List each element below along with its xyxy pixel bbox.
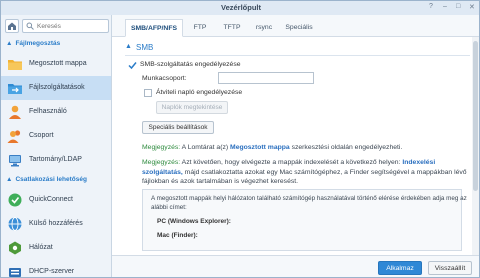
advanced-settings-button[interactable]: Speciális beállítások — [142, 121, 214, 134]
dhcp-icon — [9, 268, 21, 277]
shared-folder-link[interactable]: Megosztott mappa — [230, 144, 290, 151]
control-panel-window: Vezérlőpult ? – □ ✕ ▲Fájlmegosztás — [0, 0, 480, 278]
apply-button[interactable]: Alkalmaz — [378, 261, 422, 275]
sidebar: ▲Fájlmegosztás Megosztott mappa Fájlszol… — [1, 15, 112, 277]
section-collapse-icon[interactable]: ▲ — [125, 43, 132, 50]
sidebar-item-label: QuickConnect — [29, 196, 73, 203]
sidebar-item-label: Megosztott mappa — [29, 60, 87, 67]
note-text: szerkesztési oldalán engedélyezheti. — [289, 144, 403, 151]
section-label: Csatlakozási lehetőség — [15, 176, 87, 183]
sidebar-item-network[interactable]: Hálózat — [1, 236, 111, 260]
footer-bar: Alkalmaz Visszaállít — [112, 255, 479, 277]
search-box[interactable] — [22, 19, 109, 33]
external-access-icon — [8, 217, 22, 231]
main-content: ▲ SMB SMB-szolgáltatás engedélyezése Mun… — [112, 37, 472, 255]
scrollbar-thumb[interactable] — [473, 41, 478, 191]
sidebar-item-label: DHCP-szerver — [29, 268, 75, 275]
smb-section-title: SMB — [136, 43, 154, 52]
tab-tftp[interactable]: TFTP — [218, 19, 246, 37]
sidebar-item-dhcp-server[interactable]: DHCP-szerver — [1, 260, 111, 277]
note-recycle-bin: Megjegyzés: A Lomtárat a(z) Megosztott m… — [142, 143, 462, 153]
close-icon[interactable]: ✕ — [469, 3, 475, 11]
network-icon — [9, 241, 21, 255]
help-icon[interactable]: ? — [429, 3, 433, 10]
transfer-log-label: Átviteli napló engedélyezése — [156, 89, 243, 96]
note-indexing: Megjegyzés: Azt követően, hogy elvégezte… — [142, 158, 470, 187]
note-prefix: Megjegyzés: — [142, 159, 181, 166]
note-text: Azt követően, hogy elvégezte a mappák in… — [180, 159, 403, 166]
transfer-log-checkbox[interactable] — [144, 89, 152, 97]
folder-icon — [8, 60, 22, 70]
sidebar-item-label: Felhasználó — [29, 108, 67, 115]
note-text: májd csatlakoztatta azokat egy Mac számí… — [142, 168, 467, 186]
tab-ftp[interactable]: FTP — [188, 19, 212, 37]
reset-button[interactable]: Visszaállít — [428, 261, 472, 275]
sidebar-item-user[interactable]: Felhasználó — [1, 100, 111, 124]
search-icon — [26, 22, 34, 30]
collapse-arrow-icon: ▲ — [6, 176, 13, 183]
address-info-box: A megosztott mappák helyi hálózaton talá… — [142, 189, 467, 251]
collapse-arrow-icon: ▲ — [6, 40, 13, 47]
smb-enable-checkbox[interactable] — [128, 61, 137, 70]
domain-icon — [9, 155, 21, 167]
minimize-icon[interactable]: – — [443, 3, 447, 10]
note-prefix: Megjegyzés: — [142, 144, 181, 151]
search-input[interactable] — [37, 21, 107, 31]
title-bar: Vezérlőpult ? – □ ✕ — [1, 1, 479, 15]
pc-address-label: PC (Windows Explorer): — [157, 218, 231, 225]
sidebar-item-shared-folder[interactable]: Megosztott mappa — [1, 52, 111, 76]
sidebar-item-label: Csoport — [29, 132, 54, 139]
sidebar-item-label: Hálózat — [29, 244, 53, 251]
sidebar-item-label: Fájlszolgáltatások — [29, 84, 85, 91]
section-divider — [125, 55, 470, 56]
mac-address-label: Mac (Finder): — [157, 232, 198, 239]
workgroup-label: Munkacsoport: — [142, 75, 187, 82]
smb-enable-label: SMB-szolgáltatás engedélyezése — [140, 61, 241, 68]
sidebar-item-file-services[interactable]: Fájlszolgáltatások — [1, 76, 111, 100]
home-button[interactable] — [5, 19, 19, 33]
workgroup-input[interactable] — [218, 72, 314, 84]
window-title: Vezérlőpult — [220, 3, 261, 12]
sidebar-item-group[interactable]: Csoport — [1, 124, 111, 148]
sidebar-toolbar — [5, 19, 109, 33]
checkmark-icon — [128, 62, 137, 70]
note-text: A Lomtárat a(z) — [180, 144, 231, 151]
user-icon — [9, 105, 21, 119]
tab-rsync[interactable]: rsync — [250, 19, 278, 37]
file-services-icon — [8, 84, 22, 94]
maximize-icon[interactable]: □ — [456, 3, 460, 10]
sidebar-item-label: Tartomány/LDAP — [29, 156, 82, 163]
sidebar-item-domain-ldap[interactable]: Tartomány/LDAP — [1, 148, 111, 172]
home-icon — [8, 22, 16, 30]
tab-advanced[interactable]: Speciális — [282, 19, 316, 37]
tab-bar: SMB/AFP/NFS FTP TFTP rsync Speciális — [112, 15, 479, 37]
sidebar-item-label: Külső hozzáférés — [29, 220, 83, 227]
section-label: Fájlmegosztás — [15, 40, 61, 47]
quickconnect-icon — [8, 193, 22, 207]
content-scrollbar[interactable] — [472, 37, 479, 255]
group-icon — [7, 130, 21, 143]
sidebar-item-quickconnect[interactable]: QuickConnect — [1, 188, 111, 212]
info-text: A megosztott mappák helyi hálózaton talá… — [151, 195, 467, 211]
view-logs-button[interactable]: Naplók megtekintése — [156, 101, 228, 114]
tab-smb-afp-nfs[interactable]: SMB/AFP/NFS — [125, 19, 183, 37]
sidebar-item-external-access[interactable]: Külső hozzáférés — [1, 212, 111, 236]
